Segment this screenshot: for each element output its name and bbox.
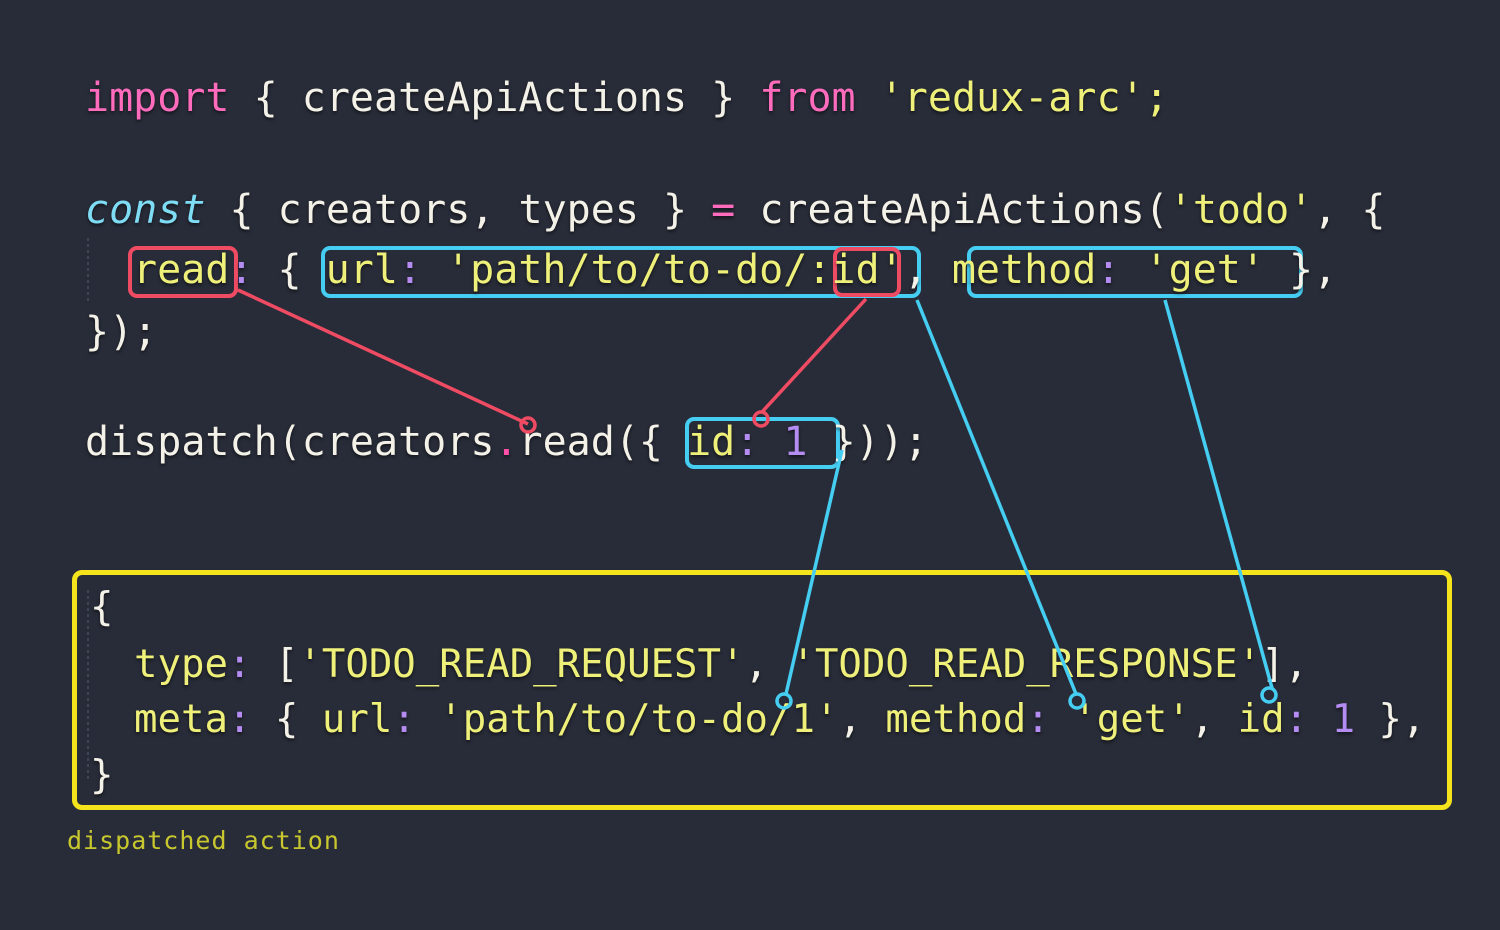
meta-comma-1: , (838, 697, 886, 742)
destructure-pattern: { creators, types } (205, 187, 712, 233)
action-key-type: type (134, 642, 228, 687)
url-value-suffix: ' (879, 247, 904, 293)
meta-brace-open: { (251, 697, 322, 742)
dispatched-action-caption: dispatched action (67, 826, 340, 855)
keyword-const: const (85, 187, 206, 233)
arg-value-id: 1 (759, 419, 808, 465)
code-line-close-call: }); (85, 312, 157, 352)
module-specifier: 'redux-arc'; (855, 75, 1169, 121)
type-array-close: ], (1261, 642, 1309, 687)
meta-key-id: id (1237, 697, 1285, 742)
meta-key-method: method (885, 697, 1027, 742)
meta-comma-2: , (1190, 697, 1238, 742)
action-open-brace-token: { (90, 585, 114, 630)
type-response: 'TODO_READ_RESPONSE' (791, 642, 1262, 687)
type-request: 'TODO_READ_REQUEST' (298, 642, 745, 687)
read-brace-open: { (253, 247, 326, 293)
read-config-tail: }, (1264, 247, 1338, 293)
equals-operator: = (711, 187, 736, 233)
url-value-prefix: 'path/to/to-do/ (422, 247, 808, 293)
meta-colon-method: : (1026, 697, 1050, 742)
meta-colon-url: : (392, 697, 416, 742)
key-method: method (951, 247, 1097, 293)
dispatch-prefix: dispatch(creators (85, 419, 495, 465)
method-value: 'get' (1120, 247, 1265, 293)
indent-guide-1 (87, 238, 89, 302)
close-call-tokens: }); (85, 309, 158, 355)
meta-method-value: 'get' (1049, 697, 1191, 742)
call-createapiactions: createApiActions( (735, 187, 1169, 233)
code-line-read-config: read: { url: 'path/to/to-do/:id', method… (133, 250, 1337, 290)
meta-key-url: url (321, 697, 393, 742)
imported-symbol: createApiActions (301, 75, 688, 121)
import-brace-close: } (687, 75, 760, 121)
code-line-const: const { creators, types } = createApiAct… (85, 190, 1385, 230)
meta-colon-id: : (1284, 697, 1309, 742)
meta-url-value: 'path/to/to-do/1' (415, 697, 839, 742)
action-colon-type: : (227, 642, 252, 687)
action-close-brace-token: } (90, 753, 114, 798)
member-access-dot: . (494, 419, 519, 465)
colon-after-read: : (229, 247, 254, 293)
dispatch-suffix: })); (807, 419, 928, 465)
meta-id-value: 1 (1308, 697, 1356, 742)
dispatched-action-highlight (72, 570, 1452, 810)
action-colon-meta: : (227, 697, 252, 742)
type-comma: , (744, 642, 792, 687)
import-brace-open: { (229, 75, 302, 121)
url-param-id: :id (807, 247, 880, 293)
connector-id-param-to-id-arg (752, 297, 868, 428)
key-url: url (325, 247, 398, 293)
action-key-meta: meta (134, 697, 228, 742)
code-diagram-canvas: import { createApiActions } from 'redux-… (0, 0, 1500, 930)
key-read: read (133, 247, 230, 293)
arg-colon-id: : (735, 419, 760, 465)
dispatch-middle: read({ (518, 419, 688, 465)
comma-after-url: , (903, 247, 952, 293)
keyword-import: import (85, 75, 230, 121)
action-open-brace: { (90, 588, 113, 627)
type-array-open: [ (251, 642, 299, 687)
code-line-import: import { createApiActions } from 'redux-… (85, 78, 1169, 118)
keyword-from: from (759, 75, 856, 121)
meta-brace-close: }, (1355, 697, 1426, 742)
action-line-type: type: ['TODO_READ_REQUEST', 'TODO_READ_R… (134, 645, 1308, 684)
colon-after-method: : (1096, 247, 1121, 293)
code-line-dispatch: dispatch(creators.read({ id: 1 })); (85, 422, 928, 462)
arg-namespace: 'todo' (1168, 187, 1314, 233)
const-line-tail: , { (1313, 187, 1386, 233)
connector-read-to-creators-read (237, 288, 537, 434)
action-line-meta: meta: { url: 'path/to/to-do/1', method: … (134, 700, 1426, 739)
arg-key-id: id (687, 419, 736, 465)
action-close-brace: } (90, 756, 113, 795)
colon-after-url: : (397, 247, 423, 293)
